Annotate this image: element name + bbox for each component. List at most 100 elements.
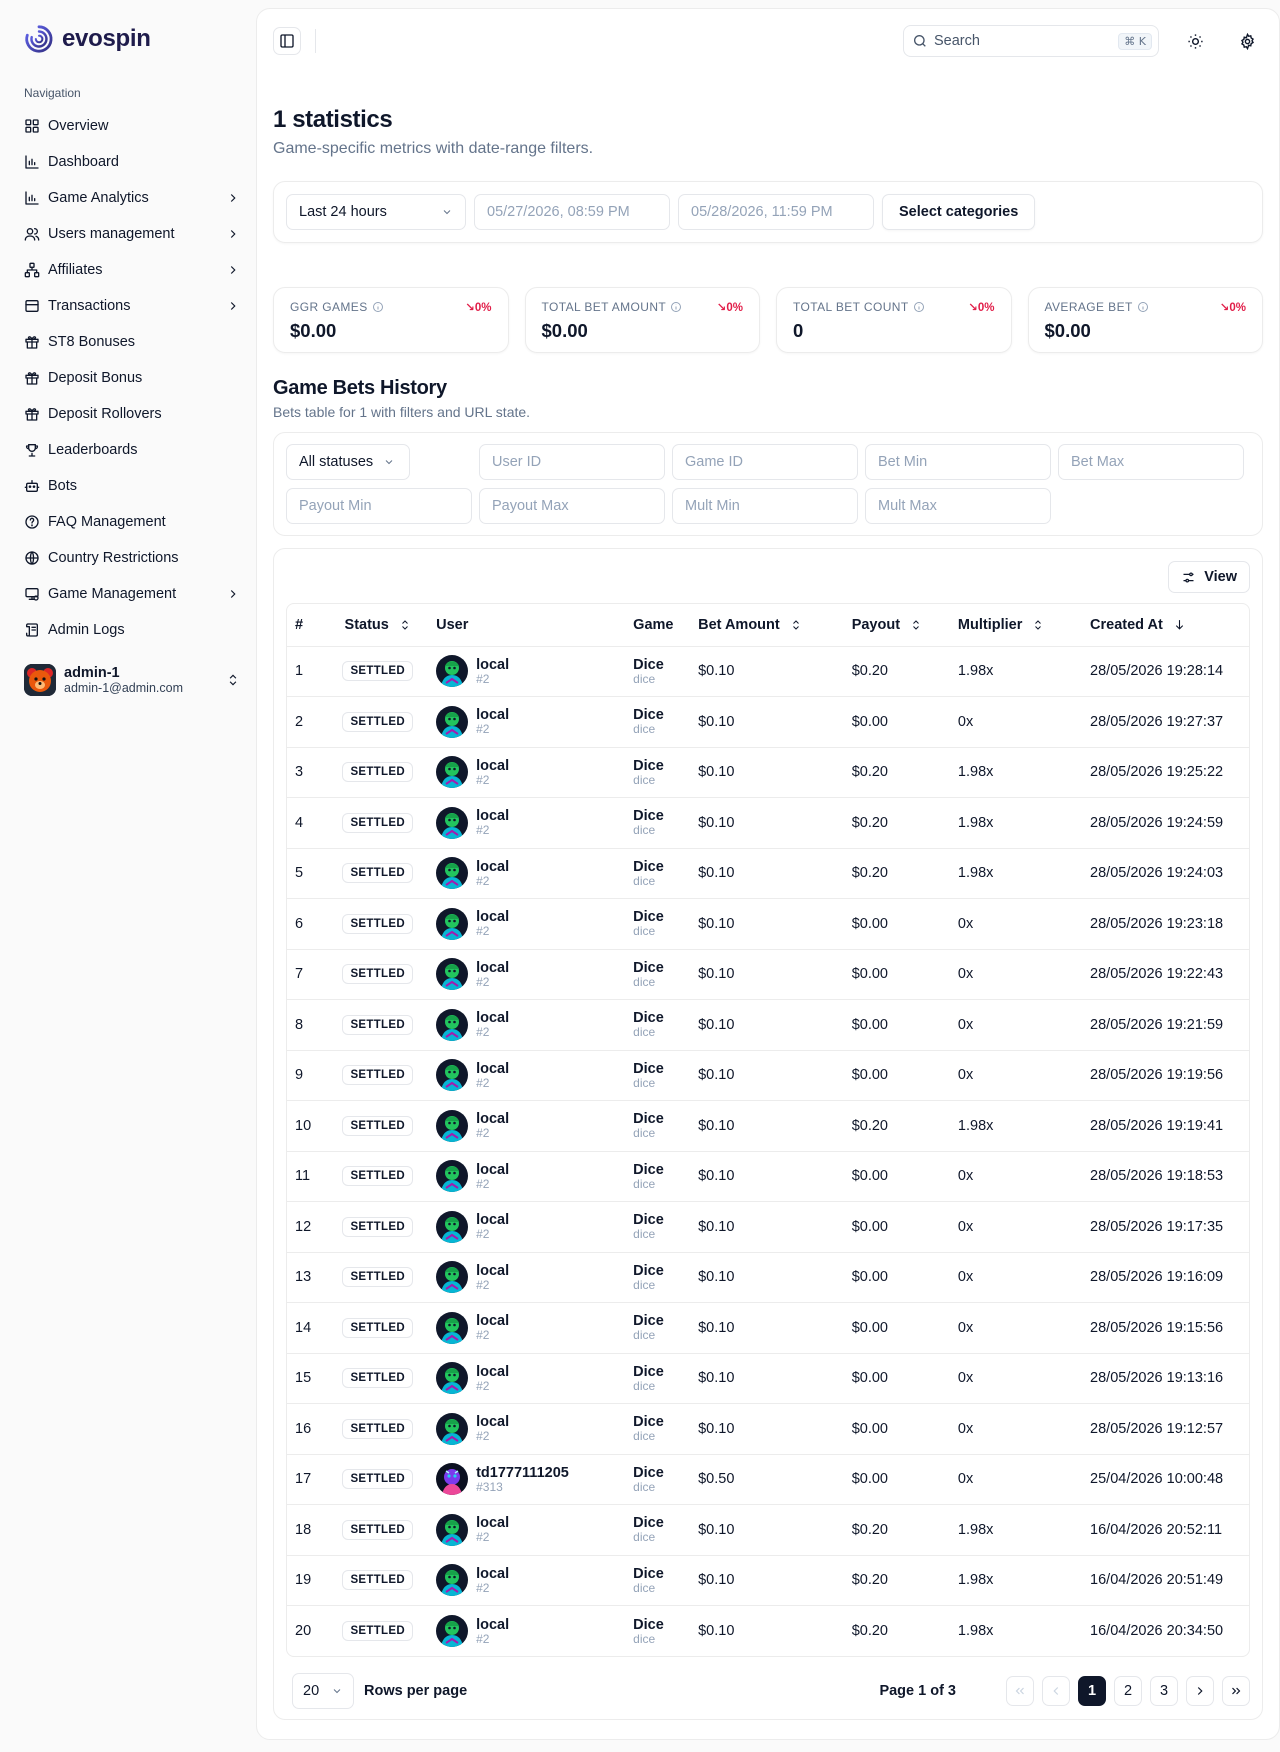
next-page-button[interactable] — [1186, 1676, 1214, 1706]
first-page-button[interactable] — [1006, 1676, 1034, 1706]
user-name[interactable]: local — [476, 859, 509, 875]
account-switcher[interactable]: admin-1 admin-1@admin.com — [24, 660, 240, 700]
table-row[interactable]: 2 SETTLED local #2 Dice dice $0.10 $0.00 0x 28/05… — [287, 696, 1249, 747]
game-id-input[interactable]: Game ID — [672, 444, 858, 480]
user-name[interactable]: local — [476, 1263, 509, 1279]
user-name[interactable]: local — [476, 1364, 509, 1380]
table-row[interactable]: 20 SETTLED local #2 Dice dice $0.10 $0.20 1.98x 1… — [287, 1605, 1249, 1656]
sidebar-item-game-analytics[interactable]: Game Analytics — [24, 180, 240, 216]
table-row[interactable]: 6 SETTLED local #2 Dice dice $0.10 $0.00 0x 28/05… — [287, 898, 1249, 949]
sidebar-item-users-management[interactable]: Users management — [24, 216, 240, 252]
table-row[interactable]: 10 SETTLED local #2 Dice dice $0.10 $0.20 1.98x 2… — [287, 1100, 1249, 1151]
user-name[interactable]: local — [476, 1111, 509, 1127]
user-name[interactable]: local — [476, 707, 509, 723]
user-name[interactable]: local — [476, 1617, 509, 1633]
brand[interactable]: evospin — [24, 22, 240, 56]
theme-toggle-button[interactable] — [1179, 25, 1211, 57]
user-name[interactable]: local — [476, 808, 509, 824]
sidebar-toggle-button[interactable] — [273, 27, 301, 55]
settings-button[interactable] — [1231, 25, 1263, 57]
view-button-label: View — [1204, 569, 1237, 585]
page-button-3[interactable]: 3 — [1150, 1676, 1178, 1706]
table-row[interactable]: 1 SETTLED local #2 Dice dice $0.10 $0.20 1.98x 28… — [287, 645, 1249, 697]
sidebar-item-deposit-rollovers[interactable]: Deposit Rollovers — [24, 396, 240, 432]
rows-per-page-select[interactable]: 20 — [292, 1673, 354, 1709]
user-name[interactable]: local — [476, 1313, 509, 1329]
table-row[interactable]: 7 SETTLED local #2 Dice dice $0.10 $0.00 0x 28/05… — [287, 948, 1249, 1000]
table-row[interactable]: 3 SETTLED local #2 Dice dice $0.10 $0.20 1.98x 28… — [287, 746, 1249, 798]
mult-max-input[interactable]: Mult Max — [865, 488, 1051, 524]
table-row[interactable]: 13 SETTLED local #2 Dice dice $0.10 $0.00 0x 28/0… — [287, 1251, 1249, 1303]
user-name[interactable]: local — [476, 1566, 509, 1582]
payout-max-input[interactable]: Payout Max — [479, 488, 665, 524]
sidebar-item-deposit-bonus[interactable]: Deposit Bonus — [24, 360, 240, 396]
select-categories-button[interactable]: Select categories — [882, 194, 1036, 230]
bet-max-input[interactable]: Bet Max — [1058, 444, 1244, 480]
sidebar-item-dashboard[interactable]: Dashboard — [24, 144, 240, 180]
column-header-bet-amount[interactable]: Bet Amount — [690, 604, 836, 646]
date-to-input[interactable]: 05/28/2026, 11:59 PM — [678, 194, 874, 230]
page-button-1[interactable]: 1 — [1078, 1676, 1106, 1706]
sidebar-item-admin-logs[interactable]: Admin Logs — [24, 612, 240, 648]
search-input[interactable]: Search ⌘ K — [903, 25, 1159, 57]
chevron-right-icon — [230, 230, 236, 238]
sidebar-item-bots[interactable]: Bots — [24, 468, 240, 504]
table-row[interactable]: 15 SETTLED local #2 Dice dice $0.10 $0.00 0x 28/0… — [287, 1352, 1249, 1404]
sidebar-item-st8-bonuses[interactable]: ST8 Bonuses — [24, 324, 240, 360]
column-header-created-at[interactable]: Created At — [1082, 604, 1249, 646]
sidebar-item-game-management[interactable]: Game Management — [24, 576, 240, 612]
status-select[interactable]: All statuses — [286, 444, 410, 480]
table-row[interactable]: 17 SETTLED td1777111205 #313 Dice dice $0.50 $0… — [287, 1453, 1249, 1505]
sidebar-item-leaderboards[interactable]: Leaderboards — [24, 432, 240, 468]
sidebar-item-transactions[interactable]: Transactions — [24, 288, 240, 324]
column-header-status[interactable]: Status — [327, 604, 428, 646]
table-row[interactable]: 18 SETTLED local #2 Dice dice $0.10 $0.20 1.98x 1… — [287, 1504, 1249, 1555]
table-row[interactable]: 12 SETTLED local #2 Dice dice $0.10 $0.00 0x 28/0… — [287, 1201, 1249, 1252]
user-name[interactable]: td1777111205 — [476, 1465, 569, 1481]
info-icon[interactable] — [913, 301, 925, 313]
user-name[interactable]: local — [476, 1061, 509, 1077]
table-row[interactable]: 19 SETTLED local #2 Dice dice $0.10 $0.20 1.98x 1… — [287, 1554, 1249, 1606]
table-row[interactable]: 5 SETTLED local #2 Dice dice $0.10 $0.20 1.98x 28… — [287, 847, 1249, 899]
rows-per-page-label: Rows per page — [364, 1683, 468, 1699]
sidebar-item-faq-management[interactable]: FAQ Management — [24, 504, 240, 540]
user-name[interactable]: local — [476, 960, 509, 976]
prev-page-button[interactable] — [1042, 1676, 1070, 1706]
sidebar-item-overview[interactable]: Overview — [24, 108, 240, 144]
date-range-select[interactable]: Last 24 hours — [286, 194, 466, 230]
table-row[interactable]: 8 SETTLED local #2 Dice dice $0.10 $0.00 0x 28/05… — [287, 999, 1249, 1050]
user-name[interactable]: local — [476, 909, 509, 925]
cell-bet-amount: $0.10 — [690, 1504, 836, 1555]
column-header-payout[interactable]: Payout — [836, 604, 950, 646]
cell-game: Dice dice — [625, 645, 691, 697]
info-icon[interactable] — [372, 301, 384, 313]
table-row[interactable]: 11 SETTLED local #2 Dice dice $0.10 $0.00 0x 28/0… — [287, 1150, 1249, 1202]
table-row[interactable]: 16 SETTLED local #2 Dice dice $0.10 $0.00 0x 28/0… — [287, 1403, 1249, 1454]
page-button-2[interactable]: 2 — [1114, 1676, 1142, 1706]
bet-min-input[interactable]: Bet Min — [865, 444, 1051, 480]
user-avatar — [436, 806, 469, 839]
sidebar-item-country-restrictions[interactable]: Country Restrictions — [24, 540, 240, 576]
table-row[interactable]: 14 SETTLED local #2 Dice dice $0.10 $0.00 0x 28/0… — [287, 1302, 1249, 1353]
user-name[interactable]: local — [476, 1414, 509, 1430]
status-badge: SETTLED — [342, 1216, 413, 1237]
info-icon[interactable] — [670, 301, 682, 313]
user-name[interactable]: local — [476, 1010, 509, 1026]
payout-min-input[interactable]: Payout Min — [286, 488, 472, 524]
mult-min-input[interactable]: Mult Min — [672, 488, 858, 524]
date-from-input[interactable]: 05/27/2026, 08:59 PM — [474, 194, 670, 230]
user-name[interactable]: local — [476, 758, 509, 774]
info-icon[interactable] — [1137, 301, 1149, 313]
table-row[interactable]: 9 SETTLED local #2 Dice dice $0.10 $0.00 0x 28/05… — [287, 1049, 1249, 1101]
user-name[interactable]: local — [476, 1515, 509, 1531]
user-name[interactable]: local — [476, 657, 509, 673]
column-header-multiplier[interactable]: Multiplier — [950, 604, 1082, 646]
sidebar-item-affiliates[interactable]: Affiliates — [24, 252, 240, 288]
view-options-button[interactable]: View — [1168, 561, 1250, 593]
user-id-input[interactable]: User ID — [479, 444, 665, 480]
user-name[interactable]: local — [476, 1212, 509, 1228]
user-name[interactable]: local — [476, 1162, 509, 1178]
last-page-button[interactable] — [1222, 1676, 1250, 1706]
game-slug: dice — [633, 1126, 656, 1141]
table-row[interactable]: 4 SETTLED local #2 Dice dice $0.10 $0.20 1.98x 28… — [287, 797, 1249, 848]
